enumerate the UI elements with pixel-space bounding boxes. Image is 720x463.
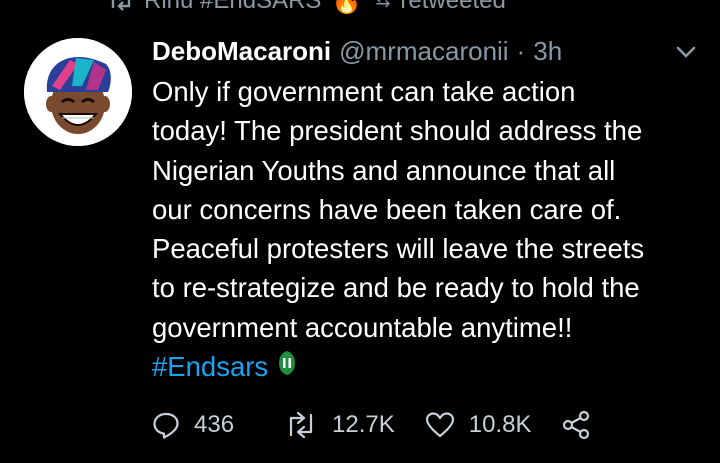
tweet-text-line: to re-strategize and be ready to hold th… — [152, 272, 640, 304]
tweet-header: DeboMacaroni @mrmacaronii · 3h — [152, 34, 698, 68]
share-button[interactable] — [561, 410, 591, 440]
tweet-time[interactable]: 3h — [533, 36, 562, 67]
tweet-text-line: Nigerian Youths and announce that all — [152, 154, 616, 186]
tweet-text-line: Only if government can take action — [152, 76, 576, 107]
heart-icon — [425, 412, 454, 438]
tweet-text-line: our concerns have been taken care of. — [152, 193, 622, 225]
user-handle[interactable]: @mrmacaronii — [339, 36, 508, 67]
hashtag-link[interactable]: #Endsars — [152, 347, 268, 386]
reply-button[interactable]: 436 — [152, 411, 234, 439]
retweet-button[interactable]: 12.7K — [284, 411, 395, 439]
tweet-text-line: government accountable anytime!! — [152, 311, 573, 343]
tweet-text-line: Peaceful protesters will leave the stree… — [152, 233, 645, 265]
share-icon — [563, 410, 590, 440]
tweet-text-line: today! The president should address the — [152, 115, 643, 147]
endsars-badge-icon — [278, 347, 296, 386]
reply-icon — [153, 412, 179, 439]
separator-dot: · — [516, 35, 526, 66]
tweet-body: Only if government can take action today… — [152, 72, 712, 386]
retweet-context[interactable]: Rinu #EndSARS 🔥 ⇆ retweeted — [108, 0, 506, 16]
tweet-menu-button[interactable] — [674, 40, 698, 64]
retweeted-label: retweeted — [400, 0, 506, 14]
reply-count: 436 — [194, 411, 235, 438]
retweeter-name[interactable]: Rinu #EndSARS — [144, 0, 321, 15]
tweet-actions: 436 12.7K 10.8K — [152, 402, 591, 448]
retweet-count: 12.7K — [332, 411, 395, 438]
hashtag-line: #Endsars — [152, 347, 712, 386]
retweet-context-icon — [108, 0, 134, 12]
retweet-small-icon: ⇆ — [375, 0, 391, 11]
like-button[interactable]: 10.8K — [425, 411, 532, 439]
display-name[interactable]: DeboMacaroni — [152, 36, 331, 67]
chevron-down-icon — [676, 46, 696, 58]
fire-emoji: 🔥 — [331, 0, 362, 15]
retweet-icon — [289, 411, 313, 439]
avatar[interactable] — [24, 38, 132, 146]
like-count: 10.8K — [468, 411, 532, 438]
